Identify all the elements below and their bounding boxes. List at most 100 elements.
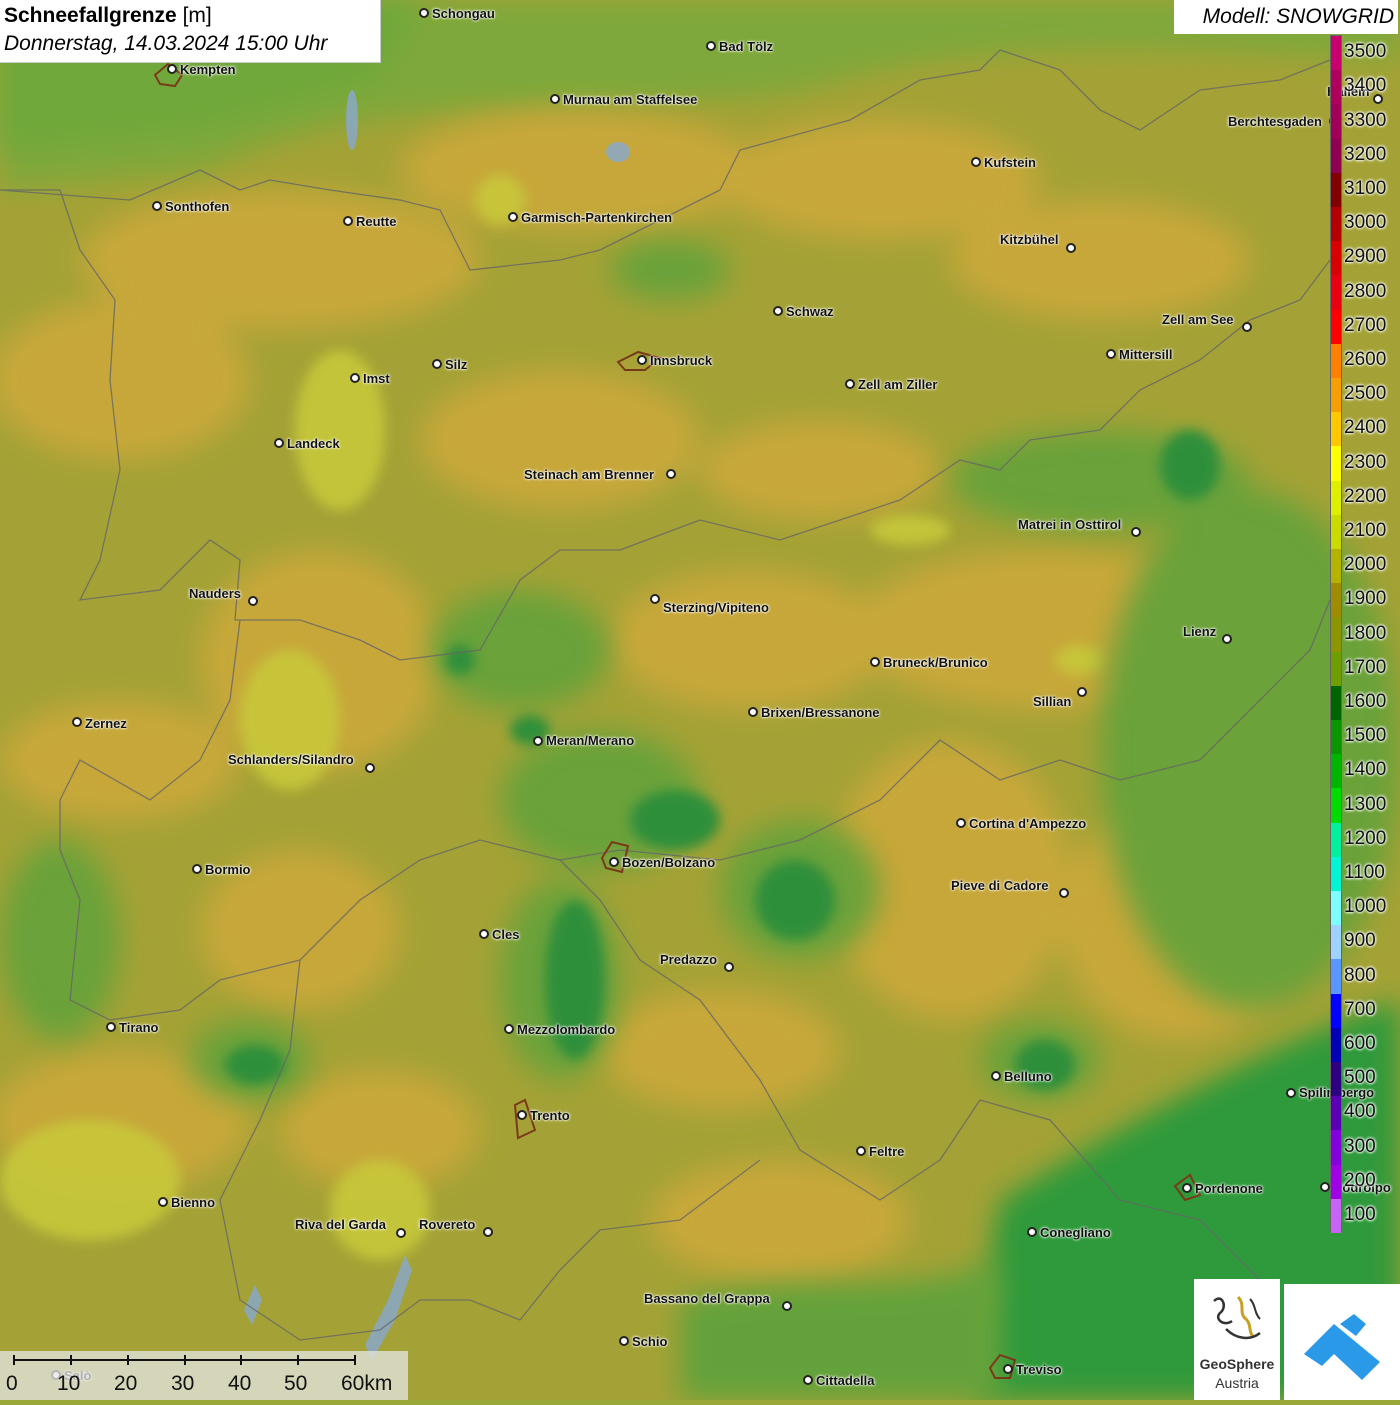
city-label: Brixen/Bressanone <box>761 705 880 720</box>
city-marker <box>1242 322 1252 332</box>
city-marker <box>350 373 360 383</box>
city-label: Mittersill <box>1119 347 1173 362</box>
map-title-panel: Schneefallgrenze [m] Donnerstag, 14.03.2… <box>0 0 381 63</box>
legend-color-segment <box>1331 583 1341 618</box>
city-label: Bienno <box>171 1195 216 1210</box>
city-label: Pordenone <box>1195 1181 1263 1196</box>
city-label: Silz <box>445 357 468 372</box>
city-label: Tirano <box>119 1020 159 1035</box>
legend-color-segment <box>1331 104 1341 140</box>
legend-label: 1500 <box>1344 725 1387 747</box>
city-marker <box>483 1227 493 1237</box>
model-label-panel: Modell: SNOWGRID <box>1174 0 1398 34</box>
city-marker <box>550 94 560 104</box>
city-label: Lienz <box>1183 624 1217 639</box>
legend-color-segment <box>1331 241 1341 276</box>
map-title: Schneefallgrenze [m] <box>4 4 212 27</box>
legend-color-segment <box>1331 617 1341 653</box>
city-marker <box>1003 1364 1013 1374</box>
city-label: Zernez <box>85 716 127 731</box>
city-marker <box>773 306 783 316</box>
city-label: Innsbruck <box>650 353 713 368</box>
city-label: Schio <box>632 1334 668 1349</box>
city-label: Zell am Ziller <box>858 377 938 392</box>
city-label: Murnau am Staffelsee <box>563 92 698 107</box>
scale-label: 50 <box>284 1372 308 1395</box>
app-logo <box>1284 1284 1400 1400</box>
city-label: Belluno <box>1004 1069 1052 1084</box>
legend-color-segment <box>1331 446 1341 482</box>
legend-label: 2700 <box>1344 314 1387 336</box>
legend-color-segment <box>1331 70 1341 105</box>
city-marker <box>619 1336 629 1346</box>
city-marker <box>1320 1182 1330 1192</box>
city-label: Treviso <box>1016 1362 1062 1377</box>
city-label: Bruneck/Brunico <box>883 655 988 670</box>
legend-label: 3400 <box>1344 75 1387 97</box>
city-marker <box>432 359 442 369</box>
legend-color-segment <box>1331 993 1341 1029</box>
legend-color-segment <box>1331 412 1341 447</box>
map-date: Donnerstag, 14.03.2024 15:00 Uhr <box>4 32 328 55</box>
legend-color-segment <box>1331 891 1341 926</box>
geosphere-logo: GeoSphere Austria <box>1194 1279 1280 1400</box>
legend-label: 1400 <box>1344 759 1387 781</box>
city-marker <box>1286 1088 1296 1098</box>
city-label: Sillian <box>1033 694 1072 709</box>
city-label: Cortina d'Ampezzo <box>969 816 1087 831</box>
city-marker <box>517 1110 527 1120</box>
legend-label: 2400 <box>1344 417 1387 439</box>
city-label: Rovereto <box>419 1217 476 1232</box>
model-label: Modell: SNOWGRID <box>1202 5 1394 28</box>
city-label: Sterzing/Vipiteno <box>663 600 769 615</box>
city-label: Landeck <box>287 436 340 451</box>
city-marker <box>803 1375 813 1385</box>
city-marker <box>365 763 375 773</box>
city-label: Schwaz <box>786 304 834 319</box>
legend-label: 3000 <box>1344 212 1387 234</box>
legend-color-segment <box>1331 514 1341 550</box>
legend-label: 2600 <box>1344 348 1387 370</box>
scale-label: 20 <box>114 1372 138 1395</box>
city-marker <box>1066 243 1076 253</box>
city-marker <box>748 707 758 717</box>
city-label: Pieve di Cadore <box>951 878 1049 893</box>
city-label: Cles <box>492 927 520 942</box>
legend-color-segment <box>1331 856 1341 892</box>
city-label: Garmisch-Partenkirchen <box>521 210 673 225</box>
legend-label: 1200 <box>1344 827 1387 849</box>
city-label: Kitzbühel <box>1000 232 1059 247</box>
geosphere-logo-icon <box>1213 1295 1261 1340</box>
city-marker <box>479 929 489 939</box>
legend-label: 1700 <box>1344 656 1387 678</box>
city-label: Meran/Merano <box>546 733 635 748</box>
legend-label: 900 <box>1344 930 1376 952</box>
legend-color-segment <box>1331 343 1341 379</box>
legend-label: 2900 <box>1344 246 1387 268</box>
city-marker <box>609 857 619 867</box>
city-marker <box>508 212 518 222</box>
legend-label: 1900 <box>1344 588 1387 610</box>
legend-label: 2000 <box>1344 554 1387 576</box>
mountain-logo-icon <box>1304 1314 1380 1380</box>
legend-color-segment <box>1331 378 1341 413</box>
geosphere-logo-text-line2: Austria <box>1215 1375 1259 1391</box>
city-label: Reutte <box>356 214 397 229</box>
city-label: Trento <box>530 1108 570 1123</box>
city-marker <box>419 8 429 18</box>
city-label: Imst <box>363 371 390 386</box>
legend-label: 2300 <box>1344 451 1387 473</box>
legend-label: 1000 <box>1344 896 1387 918</box>
city-label: Zell am See <box>1162 312 1234 327</box>
legend-color-segment <box>1331 959 1341 995</box>
city-marker <box>991 1071 1001 1081</box>
legend-label: 3200 <box>1344 143 1387 165</box>
color-legend: 3500 3400 3300 3200 3100 3000 2900 2800 2700 2600… <box>1330 35 1400 1234</box>
city-label: Matrei in Osttirol <box>1018 517 1122 532</box>
city-label: Mezzolombardo <box>517 1022 616 1037</box>
city-marker <box>248 596 258 606</box>
legend-label: 100 <box>1344 1203 1376 1225</box>
city-marker <box>167 64 177 74</box>
legend-label: 200 <box>1344 1169 1376 1191</box>
city-marker <box>956 818 966 828</box>
